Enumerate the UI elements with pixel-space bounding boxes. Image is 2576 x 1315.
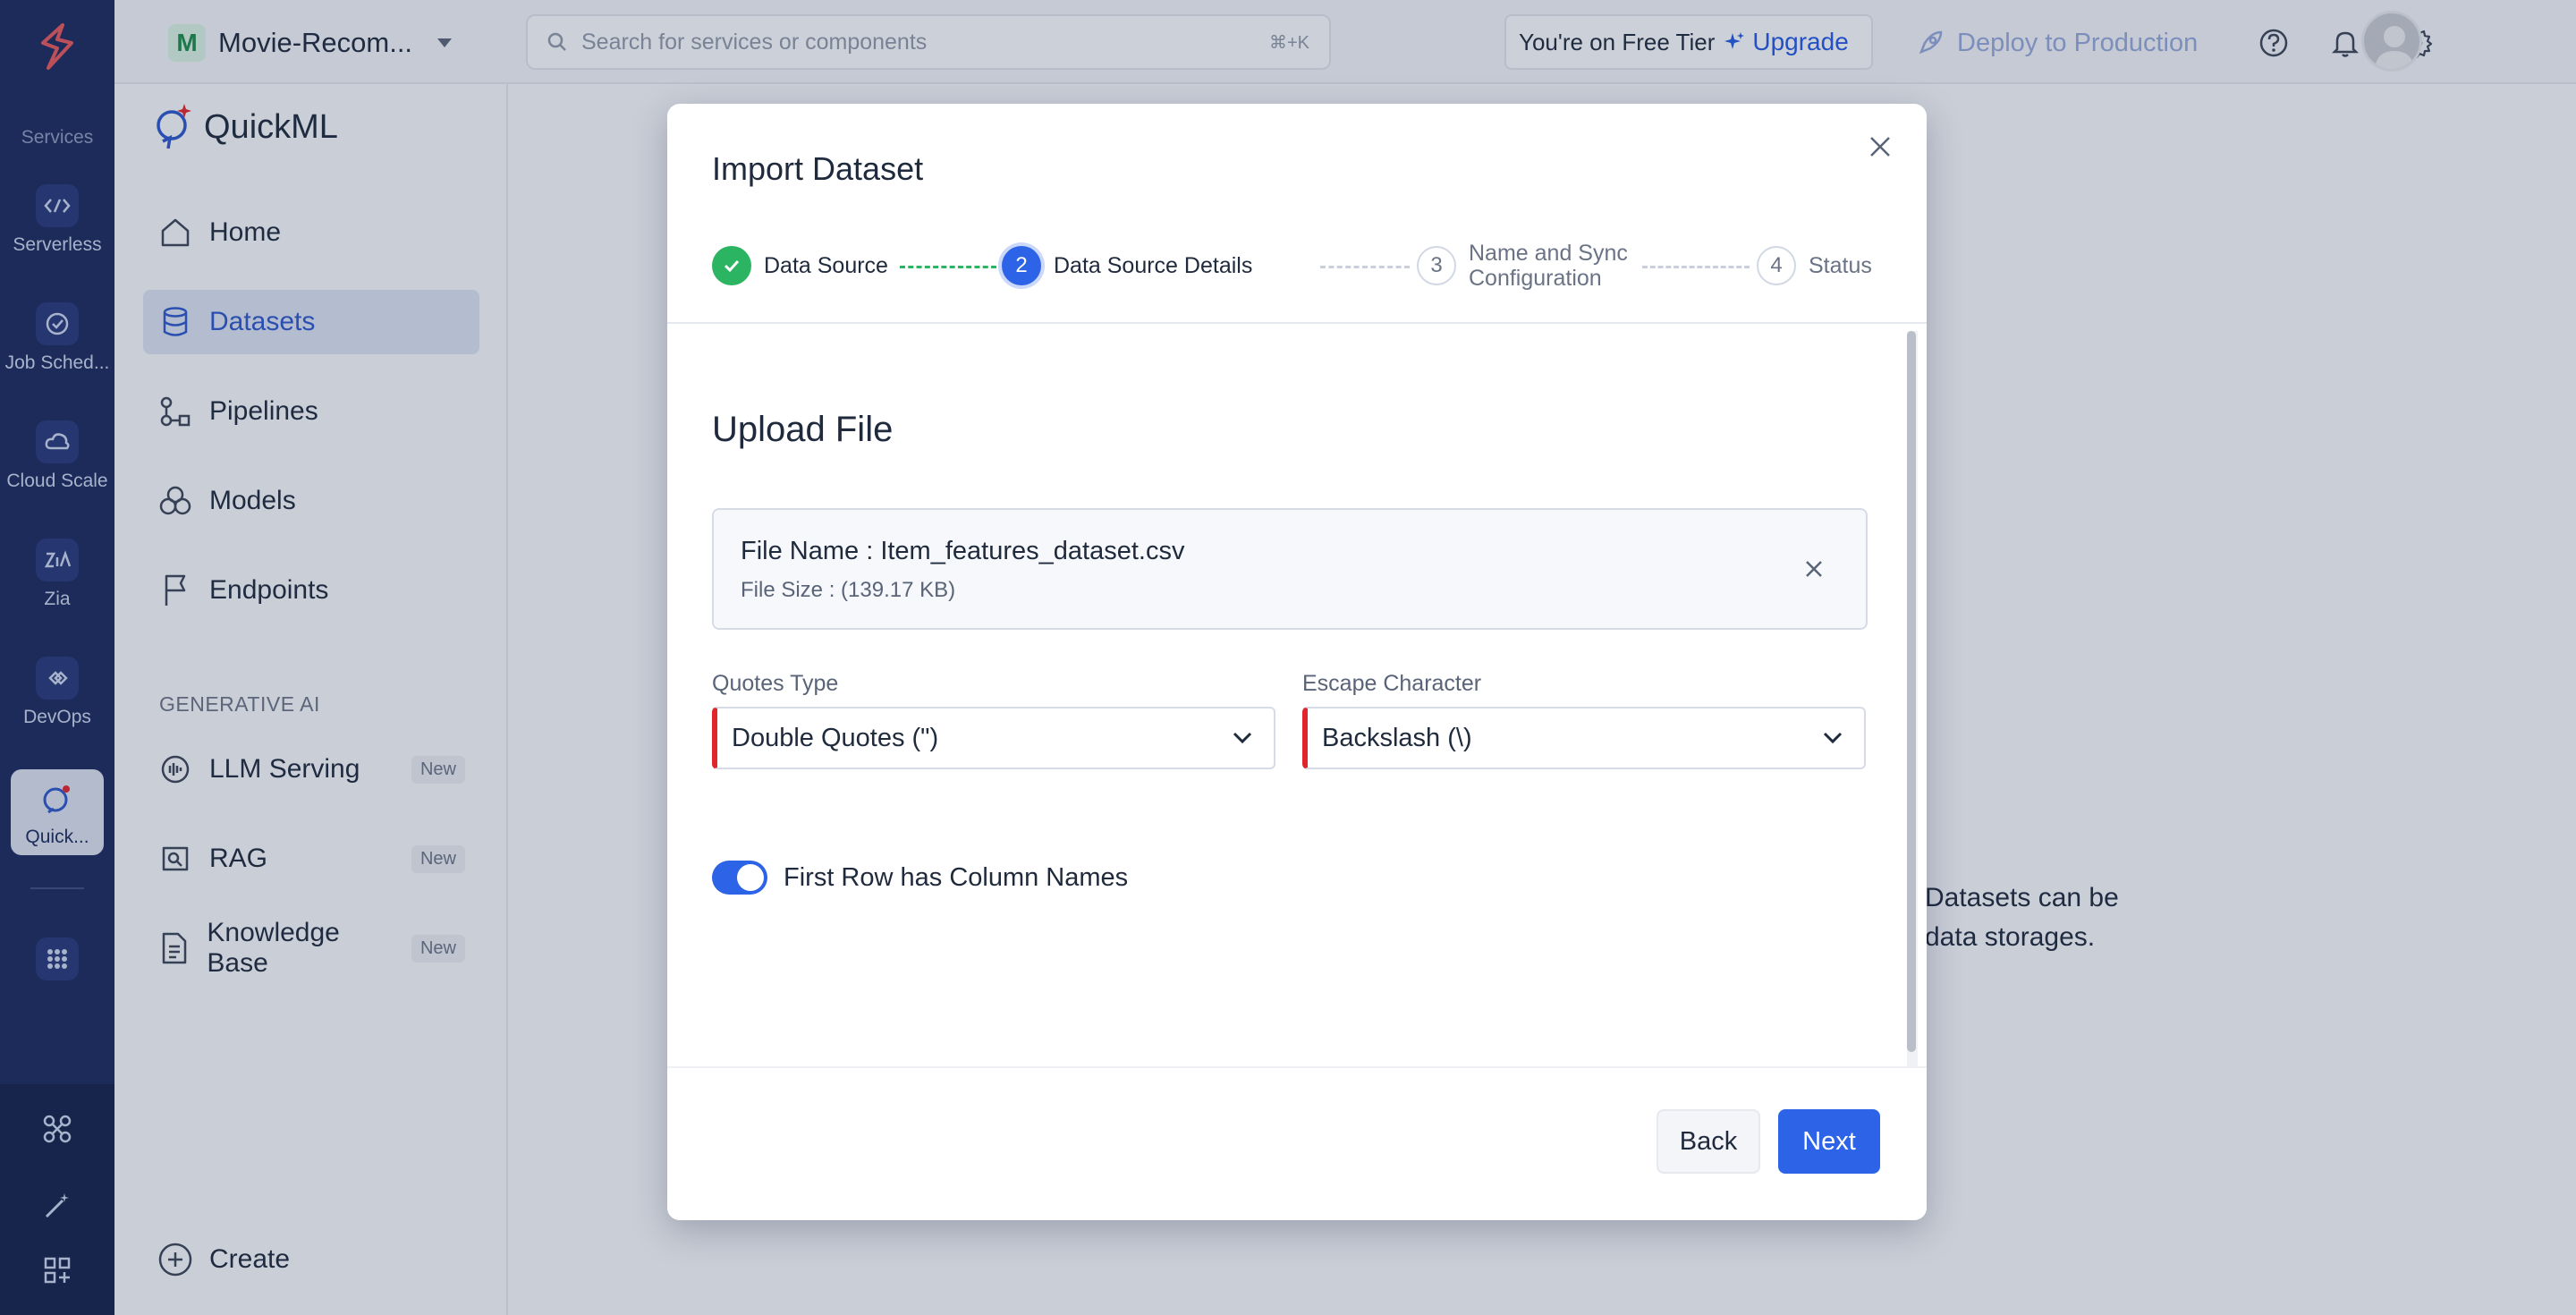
first-row-toggle[interactable] xyxy=(712,861,767,895)
step-connector xyxy=(1642,266,1750,268)
step-status[interactable]: 4 Status xyxy=(1757,234,1872,297)
step-connector xyxy=(1320,266,1410,268)
toggle-knob xyxy=(737,864,764,891)
step-label: Data Source Details xyxy=(1054,252,1253,278)
step-data-source[interactable]: Data Source xyxy=(712,234,888,297)
select-value: Double Quotes (") xyxy=(732,723,939,752)
step-number: 3 xyxy=(1417,246,1456,285)
import-dataset-dialog: Import Dataset Data Source 2 Data Source… xyxy=(667,104,1927,1220)
chevron-down-icon xyxy=(1229,725,1256,751)
remove-file-close-icon[interactable] xyxy=(1794,549,1834,589)
escape-character-label: Escape Character xyxy=(1302,671,1482,696)
section-title: Upload File xyxy=(712,410,894,449)
step-name-and-sync[interactable]: 3 Name and Sync Configuration xyxy=(1417,234,1628,297)
uploaded-file-card: File Name : Item_features_dataset.csv Fi… xyxy=(712,508,1868,630)
step-connector xyxy=(900,266,996,268)
toggle-label: First Row has Column Names xyxy=(784,862,1129,892)
select-value: Backslash (\) xyxy=(1322,723,1472,752)
chevron-down-icon xyxy=(1819,725,1846,751)
step-label: Status xyxy=(1809,252,1872,278)
close-icon[interactable] xyxy=(1859,125,1902,168)
step-number: 4 xyxy=(1757,246,1796,285)
step-label: Data Source xyxy=(764,252,888,278)
wizard-stepper: Data Source 2 Data Source Details 3 Name… xyxy=(712,234,1893,297)
step-label: Name and Sync Configuration xyxy=(1469,241,1628,291)
escape-character-select[interactable]: Backslash (\) xyxy=(1302,707,1866,769)
check-icon xyxy=(712,246,751,285)
quotes-type-select[interactable]: Double Quotes (") xyxy=(712,707,1275,769)
quotes-type-label: Quotes Type xyxy=(712,671,839,696)
step-data-source-details[interactable]: 2 Data Source Details xyxy=(1002,234,1252,297)
scrollbar-thumb[interactable] xyxy=(1907,331,1916,1052)
back-button[interactable]: Back xyxy=(1657,1109,1760,1174)
dialog-title: Import Dataset xyxy=(712,150,924,187)
file-name: File Name : Item_features_dataset.csv xyxy=(741,537,1185,565)
step-label-line: Configuration xyxy=(1469,266,1602,291)
next-button[interactable]: Next xyxy=(1778,1109,1880,1174)
step-label-line: Name and Sync xyxy=(1469,241,1628,266)
first-row-header-option: First Row has Column Names xyxy=(712,861,1128,895)
file-size: File Size : (139.17 KB) xyxy=(741,578,956,602)
header-divider xyxy=(667,322,1927,324)
step-number: 2 xyxy=(1002,246,1041,285)
